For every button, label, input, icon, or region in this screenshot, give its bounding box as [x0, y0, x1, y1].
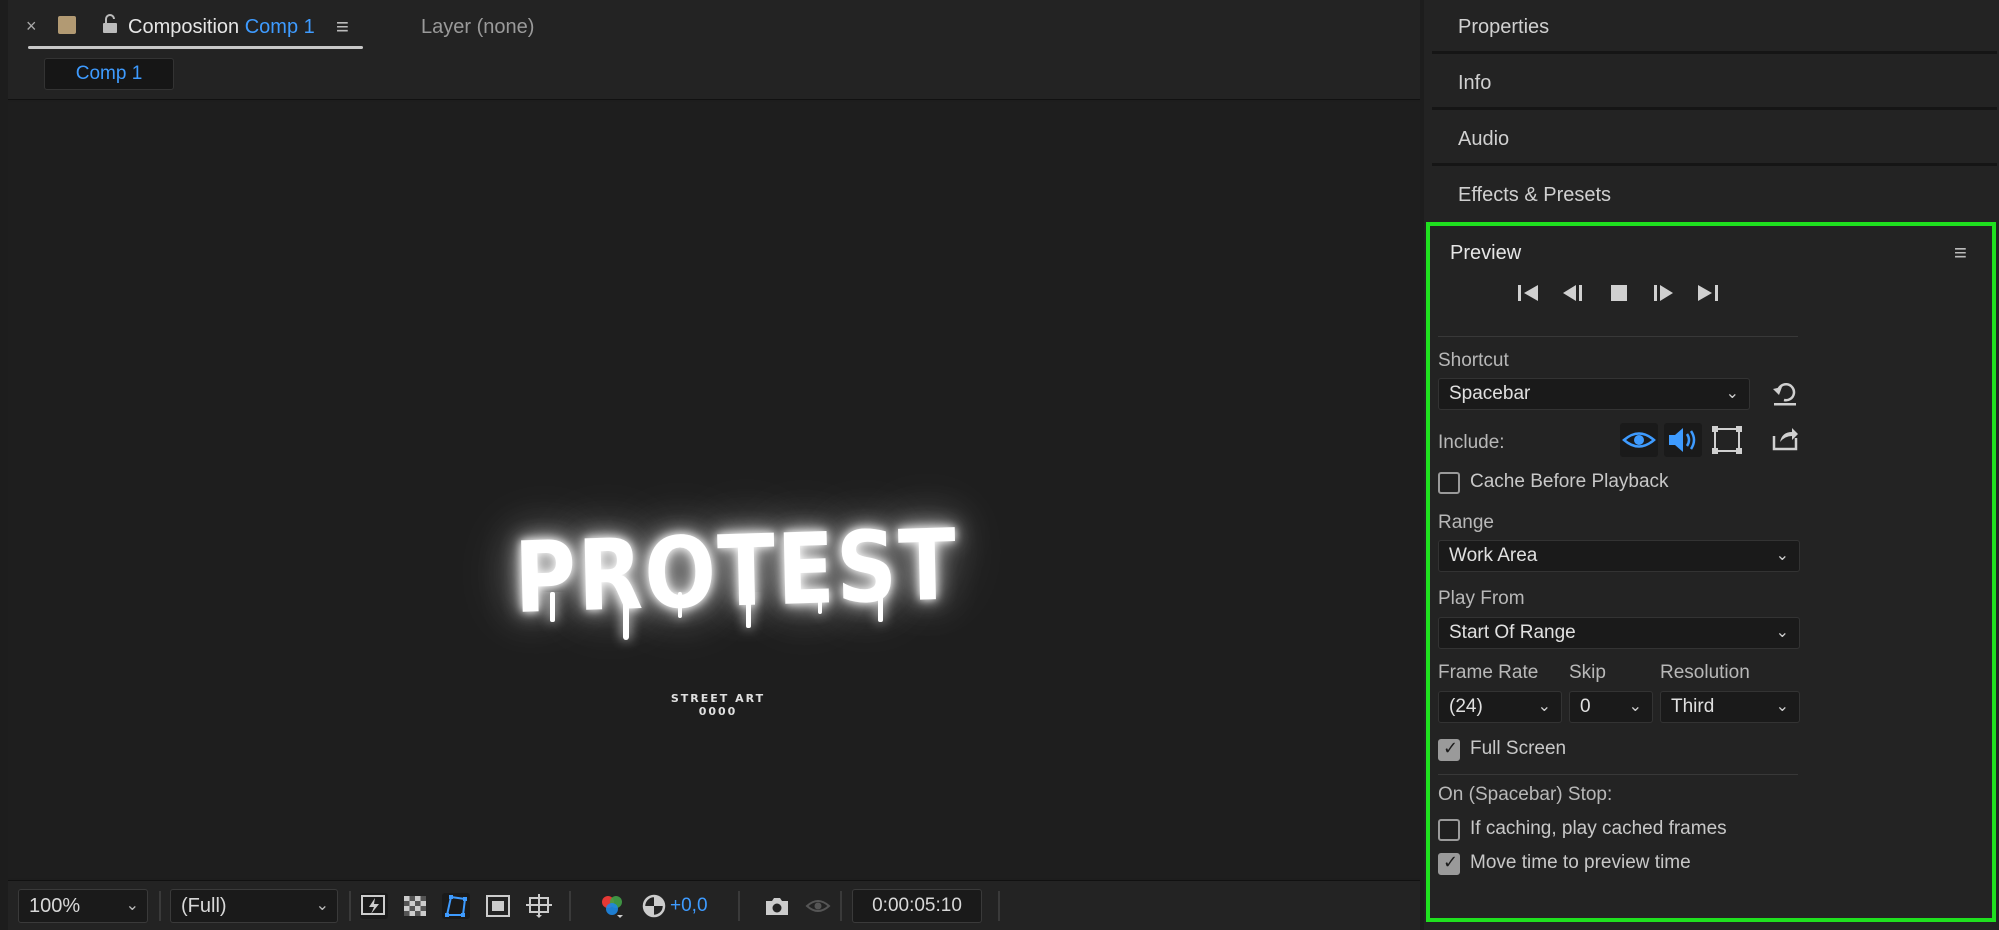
- street-art-caption: STREET ART 0000: [628, 692, 808, 718]
- current-time-display[interactable]: 0:00:05:10: [852, 889, 982, 923]
- preview-panel-title: Preview: [1450, 242, 1522, 264]
- play-from-label: Play From: [1438, 588, 1525, 609]
- show-snapshot-icon[interactable]: [804, 893, 832, 919]
- on-stop-label: On (Spacebar) Stop:: [1438, 784, 1613, 805]
- region-of-interest-icon[interactable]: [484, 893, 512, 919]
- chevron-down-icon: ⌄: [1775, 698, 1789, 715]
- range-value: Work Area: [1449, 545, 1538, 566]
- divider: [1438, 774, 1798, 775]
- viewer-toolbar: 100% ⌄ (Full) ⌄ +0,0 0:00:05:10: [8, 880, 1420, 930]
- grid-guides-icon[interactable]: [525, 893, 553, 919]
- chevron-down-icon: ⌄: [1775, 624, 1789, 641]
- composition-panel: × Composition Comp 1 ≡ Layer (none) Comp…: [8, 0, 1420, 930]
- panel-menu-icon[interactable]: ≡: [336, 14, 349, 40]
- preview-resolution-value: Third: [1671, 696, 1715, 717]
- chevron-down-icon: ⌄: [1628, 698, 1642, 715]
- cache-before-playback-label: Cache Before Playback: [1470, 471, 1669, 492]
- include-label: Include:: [1438, 432, 1505, 453]
- skip-dropdown[interactable]: 0 ⌄: [1569, 691, 1653, 723]
- label-color-swatch[interactable]: [58, 16, 76, 34]
- play-from-dropdown[interactable]: Start Of Range ⌄: [1438, 617, 1800, 649]
- effects-presets-panel-header[interactable]: Effects & Presets: [1432, 168, 1997, 222]
- composition-name: Comp 1: [244, 16, 315, 38]
- chevron-down-icon: ⌄: [315, 897, 329, 914]
- color-channels-icon[interactable]: [598, 893, 626, 919]
- play-from-value: Start Of Range: [1449, 622, 1576, 643]
- include-video-icon[interactable]: [1620, 423, 1658, 457]
- paint-drips-graphic: [550, 592, 883, 640]
- shortcut-value: Spacebar: [1449, 383, 1531, 404]
- move-time-label: Move time to preview time: [1470, 852, 1691, 873]
- if-caching-checkbox[interactable]: [1438, 819, 1460, 841]
- toolbar-divider: [998, 891, 1000, 921]
- chevron-down-icon: ⌄: [1775, 547, 1789, 564]
- chevron-down-icon: ⌄: [125, 897, 139, 914]
- frame-rate-dropdown[interactable]: (24) ⌄: [1438, 691, 1562, 723]
- exposure-value[interactable]: +0,0: [670, 895, 708, 917]
- skip-label: Skip: [1569, 662, 1606, 683]
- unlock-icon[interactable]: [101, 14, 119, 34]
- toolbar-divider: [840, 891, 842, 921]
- divider: [1438, 336, 1798, 337]
- move-time-checkbox[interactable]: [1438, 852, 1460, 875]
- reset-exposure-icon[interactable]: [640, 893, 668, 919]
- magnification-dropdown[interactable]: 100% ⌄: [18, 889, 148, 923]
- toolbar-divider: [159, 891, 161, 921]
- close-tab-icon[interactable]: ×: [26, 16, 37, 37]
- properties-panel-header[interactable]: Properties: [1432, 0, 1997, 54]
- toolbar-divider: [738, 891, 740, 921]
- include-audio-icon[interactable]: [1664, 423, 1702, 457]
- frame-rate-value: (24): [1449, 696, 1483, 717]
- full-screen-checkbox[interactable]: [1438, 738, 1460, 761]
- layer-tab[interactable]: Layer (none): [421, 16, 534, 39]
- fast-previews-icon[interactable]: [360, 893, 388, 919]
- resolution-dropdown[interactable]: (Full) ⌄: [170, 889, 338, 923]
- chevron-down-icon: ⌄: [1725, 385, 1739, 402]
- skip-value: 0: [1580, 696, 1591, 717]
- include-overlays-icon[interactable]: [1708, 423, 1746, 457]
- full-screen-label: Full Screen: [1470, 738, 1567, 759]
- last-frame-icon[interactable]: [1692, 278, 1722, 308]
- toolbar-divider: [569, 891, 571, 921]
- range-label: Range: [1438, 512, 1494, 533]
- info-panel-header[interactable]: Info: [1432, 56, 1997, 110]
- transparency-grid-icon[interactable]: [401, 893, 429, 919]
- active-tab-indicator: [28, 46, 363, 49]
- panel-menu-icon[interactable]: ≡: [1954, 240, 1967, 266]
- export-to-external-monitor-icon[interactable]: [1770, 424, 1800, 454]
- composition-label: Composition: [128, 16, 240, 38]
- composition-tab-bar: × Composition Comp 1 ≡ Layer (none) Comp…: [8, 0, 1420, 100]
- comp-breadcrumb-chip[interactable]: Comp 1: [44, 58, 174, 90]
- first-frame-icon[interactable]: [1514, 278, 1544, 308]
- frame-rate-label: Frame Rate: [1438, 662, 1539, 683]
- shortcut-dropdown[interactable]: Spacebar ⌄: [1438, 378, 1750, 410]
- caption-line-1: STREET ART: [670, 692, 766, 705]
- reset-shortcut-icon[interactable]: [1770, 380, 1800, 408]
- stop-icon[interactable]: [1604, 278, 1634, 308]
- composition-tab-title[interactable]: Composition Comp 1: [128, 16, 315, 39]
- chevron-down-icon: ⌄: [1537, 698, 1551, 715]
- toolbar-divider: [349, 891, 351, 921]
- mask-path-icon[interactable]: [442, 893, 470, 919]
- shortcut-label: Shortcut: [1438, 350, 1509, 371]
- range-dropdown[interactable]: Work Area ⌄: [1438, 540, 1800, 572]
- preview-panel: Preview ≡ Shortcut Spacebar ⌄ Include: C…: [1426, 222, 1996, 922]
- audio-panel-header[interactable]: Audio: [1432, 112, 1997, 166]
- magnification-value: 100%: [29, 895, 81, 917]
- preview-resolution-dropdown[interactable]: Third ⌄: [1660, 691, 1800, 723]
- snapshot-icon[interactable]: [763, 893, 791, 919]
- resolution-label: Resolution: [1660, 662, 1750, 683]
- caption-line-2: 0000: [698, 705, 738, 718]
- resolution-value: (Full): [181, 895, 227, 917]
- next-frame-icon[interactable]: [1648, 278, 1678, 308]
- if-caching-label: If caching, play cached frames: [1470, 818, 1727, 839]
- cache-before-playback-checkbox[interactable]: [1438, 472, 1460, 494]
- previous-frame-icon[interactable]: [1558, 278, 1588, 308]
- composition-viewer[interactable]: PROTEST STREET ART 0000: [8, 102, 1420, 878]
